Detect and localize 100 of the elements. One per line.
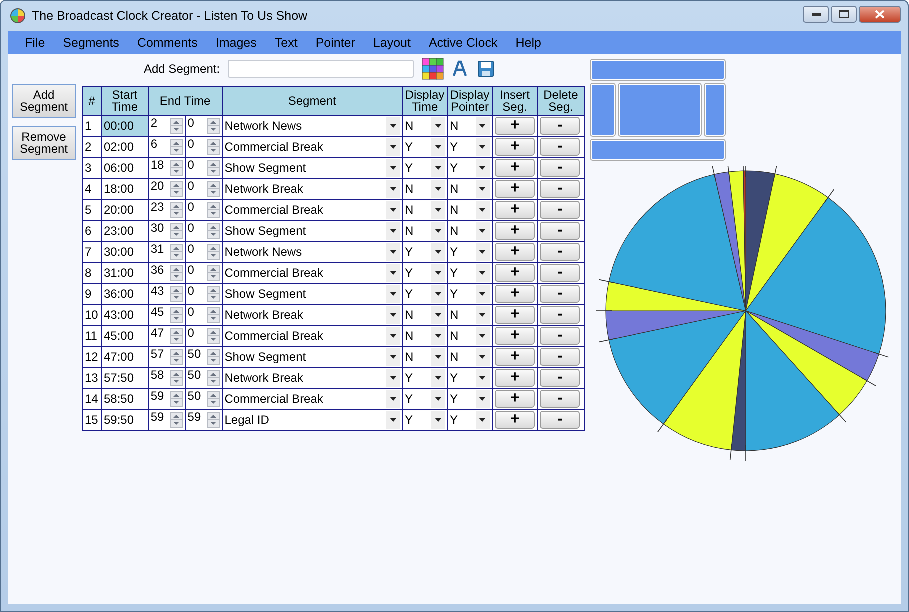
dropdown-caret-icon[interactable] (386, 201, 400, 219)
start-time-cell[interactable]: 59:50 (101, 410, 148, 430)
start-time-cell[interactable]: 36:00 (101, 284, 148, 304)
spinner-icon[interactable] (170, 286, 183, 302)
menu-item[interactable]: Text (266, 36, 307, 50)
dropdown-caret-icon[interactable] (386, 117, 400, 135)
display-time-value[interactable]: Y (405, 413, 414, 427)
spinner-icon[interactable] (206, 307, 220, 323)
spinner-icon[interactable] (206, 139, 220, 155)
dropdown-caret-icon[interactable] (386, 411, 400, 429)
dropdown-caret-icon[interactable] (386, 369, 400, 387)
start-time-cell[interactable]: 30:00 (101, 242, 148, 262)
dropdown-caret-icon[interactable] (386, 306, 400, 324)
dropdown-caret-icon[interactable] (386, 243, 400, 261)
start-time-cell[interactable]: 57:50 (101, 368, 148, 388)
insert-segment-button[interactable]: + (494, 264, 535, 282)
dropdown-caret-icon[interactable] (476, 180, 490, 198)
insert-segment-button[interactable]: + (494, 348, 535, 366)
insert-segment-button[interactable]: + (494, 222, 535, 240)
start-time-cell[interactable]: 43:00 (101, 304, 148, 326)
dropdown-caret-icon[interactable] (431, 264, 445, 282)
spinner-icon[interactable] (206, 160, 220, 176)
display-pointer-value[interactable]: Y (450, 392, 458, 406)
delete-segment-button[interactable]: - (540, 138, 580, 156)
spinner-icon[interactable] (206, 349, 220, 365)
delete-segment-button[interactable]: - (540, 264, 580, 282)
spinner-icon[interactable] (170, 160, 183, 176)
end-second-value[interactable]: 0 (188, 200, 194, 214)
delete-segment-button[interactable]: - (540, 243, 580, 261)
display-time-value[interactable]: Y (405, 392, 414, 406)
dropdown-caret-icon[interactable] (431, 180, 445, 198)
menu-item[interactable]: File (16, 36, 54, 50)
insert-segment-button[interactable]: + (494, 285, 535, 303)
segment-button[interactable]: Add Segment (12, 84, 76, 118)
display-time-value[interactable]: Y (405, 161, 414, 175)
layout-left-panel[interactable] (591, 84, 615, 136)
dropdown-caret-icon[interactable] (386, 264, 400, 282)
delete-segment-button[interactable]: - (540, 285, 580, 303)
dropdown-caret-icon[interactable] (476, 138, 490, 156)
save-icon[interactable] (478, 61, 494, 77)
spinner-icon[interactable] (170, 349, 183, 365)
dropdown-caret-icon[interactable] (431, 222, 445, 240)
display-pointer-value[interactable]: Y (450, 245, 458, 259)
display-pointer-value[interactable]: Y (450, 140, 458, 154)
display-time-value[interactable]: N (405, 308, 414, 322)
dropdown-caret-icon[interactable] (431, 117, 445, 135)
dropdown-caret-icon[interactable] (476, 201, 490, 219)
spinner-icon[interactable] (206, 391, 220, 407)
dropdown-caret-icon[interactable] (431, 285, 445, 303)
display-pointer-value[interactable]: Y (450, 371, 458, 385)
start-time-cell[interactable]: 45:00 (101, 326, 148, 346)
spinner-icon[interactable] (170, 244, 183, 260)
dropdown-caret-icon[interactable] (431, 327, 445, 345)
maximize-button[interactable] (831, 6, 857, 22)
minimize-button[interactable] (803, 6, 829, 22)
segment-dropdown-value[interactable]: Legal ID (224, 413, 270, 427)
insert-segment-button[interactable]: + (494, 117, 535, 135)
display-time-value[interactable]: Y (405, 371, 414, 385)
insert-segment-button[interactable]: + (494, 327, 535, 345)
display-pointer-value[interactable]: Y (450, 161, 458, 175)
spinner-icon[interactable] (206, 412, 220, 428)
display-time-value[interactable]: Y (405, 245, 414, 259)
end-second-value[interactable]: 0 (188, 116, 194, 130)
menu-item[interactable]: Comments (128, 36, 207, 50)
display-pointer-value[interactable]: N (450, 203, 459, 217)
display-time-value[interactable]: Y (405, 140, 414, 154)
dropdown-caret-icon[interactable] (476, 306, 490, 324)
dropdown-caret-icon[interactable] (431, 243, 445, 261)
end-second-value[interactable]: 0 (188, 179, 194, 193)
end-second-value[interactable]: 0 (188, 284, 194, 298)
start-time-cell[interactable]: 18:00 (101, 178, 148, 200)
menu-item[interactable]: Images (206, 36, 266, 50)
dropdown-caret-icon[interactable] (476, 411, 490, 429)
spinner-icon[interactable] (170, 139, 183, 155)
color-grid-icon[interactable] (422, 58, 444, 80)
spinner-icon[interactable] (206, 223, 220, 239)
dropdown-caret-icon[interactable] (431, 201, 445, 219)
segment-button[interactable]: Remove Segment (12, 126, 76, 160)
start-time-cell[interactable]: 31:00 (101, 262, 148, 284)
start-time-cell[interactable]: 02:00 (101, 136, 148, 158)
dropdown-caret-icon[interactable] (476, 369, 490, 387)
display-time-value[interactable]: Y (405, 266, 414, 280)
layout-center-panel[interactable] (619, 84, 701, 136)
delete-segment-button[interactable]: - (540, 348, 580, 366)
dropdown-caret-icon[interactable] (431, 411, 445, 429)
insert-segment-button[interactable]: + (494, 306, 535, 324)
spinner-icon[interactable] (206, 265, 220, 281)
delete-segment-button[interactable]: - (540, 390, 580, 408)
end-second-value[interactable]: 0 (188, 326, 194, 340)
display-time-value[interactable]: N (405, 350, 414, 364)
insert-segment-button[interactable]: + (494, 243, 535, 261)
spinner-icon[interactable] (170, 181, 183, 197)
menu-item[interactable]: Layout (364, 36, 420, 50)
dropdown-caret-icon[interactable] (476, 348, 490, 366)
spinner-icon[interactable] (206, 370, 220, 386)
spinner-icon[interactable] (170, 412, 183, 428)
end-second-value[interactable]: 0 (188, 263, 194, 277)
insert-segment-button[interactable]: + (494, 201, 535, 219)
end-second-value[interactable]: 0 (188, 305, 194, 319)
dropdown-caret-icon[interactable] (476, 222, 490, 240)
